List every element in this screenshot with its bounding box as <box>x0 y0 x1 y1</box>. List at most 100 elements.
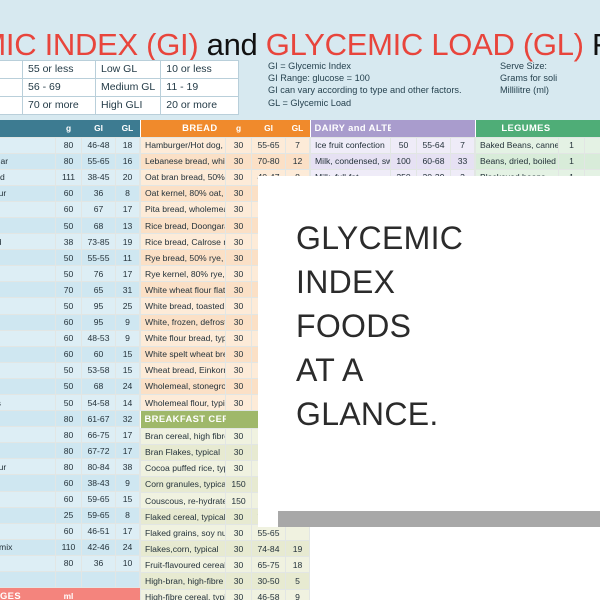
food-section-table: ODUCTSgGIGLwith sugar8046-4818without su… <box>0 120 140 589</box>
gl-cell: 17 <box>115 200 140 218</box>
food-name-cell: Cocoa puffed rice, typical <box>140 459 226 477</box>
food-name-cell: & peach <box>0 249 56 267</box>
gi-cell: 74-84 <box>251 540 286 558</box>
table-row: Flaked grains, soy nuts 30 55-65 <box>140 524 310 542</box>
serve-size-cell: 60 <box>55 345 82 363</box>
gl-cell: 17 <box>115 426 140 444</box>
gl-cell: 19 <box>115 233 140 251</box>
serve-size-cell: 30 <box>225 588 252 600</box>
section-unit-header <box>416 120 451 137</box>
gi-cell: 55-55 <box>81 249 116 267</box>
legend-key: High GLI <box>94 96 162 115</box>
food-name-cell: Milk, condensed, sweetened <box>310 152 391 170</box>
serve-size-cell: 80 <box>55 136 82 154</box>
gi-cell: 61-67 <box>81 410 116 428</box>
food-name-cell: White bread, toasted <box>140 297 226 315</box>
table-row: Hamburger/Hot dog, typical3055-657 <box>140 136 310 154</box>
serve-size-cell: 50 <box>390 136 417 154</box>
section-header-row: ODUCTSgGIGL <box>0 120 140 137</box>
gl-cell: 9 <box>115 313 140 331</box>
section-unit-header <box>584 120 600 137</box>
gi-cell: 67-72 <box>81 442 116 460</box>
serve-size-cell: 30 <box>225 281 252 299</box>
section-unit-header: GI <box>81 120 116 137</box>
gl-cell: 15 <box>115 490 140 508</box>
food-name-cell: White spelt wheat bread <box>140 345 226 363</box>
food-name-cell: Oat bran bread, 50% oat bran <box>140 168 226 186</box>
title-segment: FOOD C <box>592 27 600 62</box>
overlay-headline-line: GLYCEMIC <box>296 220 464 256</box>
gi-cell: 55-65 <box>251 524 286 542</box>
gi-cell: 46-51 <box>81 522 116 540</box>
gi-cell: 36 <box>81 554 116 573</box>
gl-cell: 5 <box>285 572 310 590</box>
serve-size-cell: 70 <box>55 281 82 299</box>
serve-size-cell: 80 <box>55 442 82 460</box>
food-name-cell <box>0 200 56 218</box>
serve-size-cell: 30 <box>225 329 252 347</box>
food-name-cell <box>0 265 56 283</box>
gi-cell: 46-48 <box>81 136 116 154</box>
gi-cell: 46-58 <box>251 588 286 600</box>
gi-cell: 60 <box>81 345 116 363</box>
table-row: 60 38-43 9 <box>0 474 140 492</box>
serve-size-cell: 30 <box>225 168 252 186</box>
food-name-cell <box>0 345 56 363</box>
serve-size-cell: 50 <box>55 377 82 396</box>
gi-cell: 55-65 <box>81 152 116 170</box>
gl-cell: 17 <box>115 522 140 540</box>
note-line: GI Range: glucose = 100 <box>268 73 370 84</box>
gl-cell: 14 <box>115 393 140 412</box>
food-name-cell <box>0 281 56 299</box>
gl-cell: 38 <box>115 458 140 476</box>
section-header-row: BEVERAGESml <box>0 588 140 600</box>
gl-cell: 17 <box>115 442 140 460</box>
legend-row: Low GL 10 or less <box>94 60 240 79</box>
food-name-cell: Bran Flakes, typical <box>140 443 226 461</box>
gl-cell <box>115 571 140 589</box>
overlay-headline-line: AT A <box>296 352 364 388</box>
table-row: erry6048-539 <box>0 329 140 347</box>
section-unit-header: g <box>55 120 82 137</box>
serve-size-cell: 50 <box>55 393 82 412</box>
gi-cell: 68 <box>81 216 116 235</box>
gi-cell: 59-65 <box>81 490 116 508</box>
food-name-cell: Flaked grains, soy nuts <box>140 524 226 542</box>
food-name-cell <box>0 554 56 573</box>
gi-cell <box>584 136 600 154</box>
food-name-cell: coconut flour <box>0 184 56 202</box>
section-unit-header: g <box>225 120 252 137</box>
gl-cell: 17 <box>115 265 140 283</box>
serve-size-cell: 1 <box>558 136 585 154</box>
section-unit-header: GL <box>115 120 140 137</box>
gi-cell: 55-64 <box>416 136 451 154</box>
serve-size-cell: 30 <box>225 265 252 283</box>
gl-cell: 9 <box>285 588 310 600</box>
section-title: BEVERAGES <box>0 588 56 600</box>
gl-cell: 7 <box>285 136 310 154</box>
food-name-cell: without sugar <box>0 152 56 170</box>
food-name-cell: High-fibre cereal, typical <box>140 588 226 600</box>
serve-size-cell: 60 <box>55 200 82 218</box>
food-name-cell: Flakes,corn, typical <box>140 540 226 558</box>
gl-cell: 24 <box>115 377 140 396</box>
section-header-row: DAIRY and ALTERNATIVES <box>310 120 475 137</box>
food-name-cell: Lebanese bread, white <box>140 152 226 170</box>
serve-size-cell: 30 <box>225 524 252 542</box>
food-name-cell: Rye bread, 50% rye, 50% wh. <box>140 249 226 267</box>
serve-size-cell: 80 <box>55 152 82 170</box>
serve-size-cell: 30 <box>225 377 252 396</box>
table-row: n packet8067-7217 <box>0 442 140 460</box>
legend-row: 55 or less <box>0 60 101 79</box>
food-name-cell: n wheat flour <box>0 458 56 476</box>
serve-size-cell: 30 <box>225 459 252 477</box>
food-name-cell: High-bran, high-fibre <box>140 572 226 590</box>
legend-value: 56 - 69 <box>22 78 101 97</box>
gl-cell: 31 <box>115 281 140 299</box>
table-row: 60 67 17 <box>0 200 140 218</box>
legend-value: 70 or more <box>22 96 101 115</box>
serve-size-cell: 150 <box>225 475 252 493</box>
section-title: ODUCTS <box>0 120 56 137</box>
serve-size-cell: 50 <box>55 361 82 379</box>
table-row: Beans, dried, boiled 1 <box>475 152 600 170</box>
